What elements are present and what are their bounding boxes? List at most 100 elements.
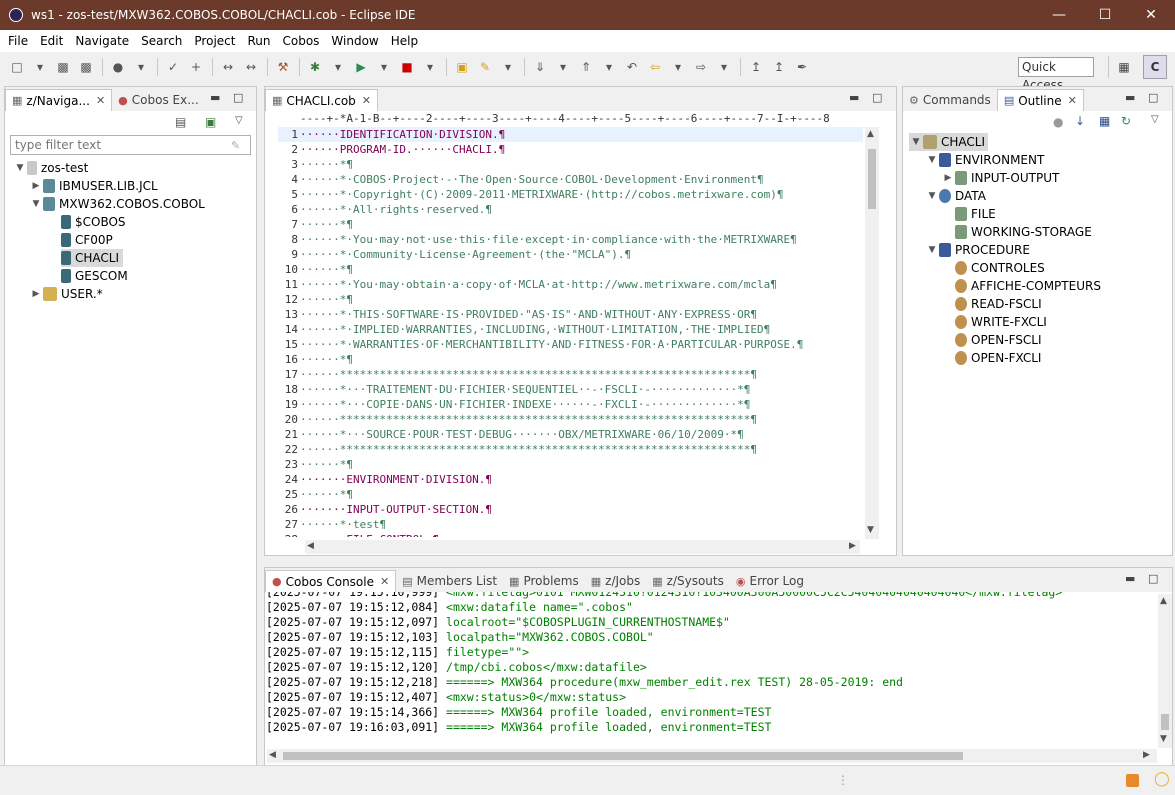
debug-icon[interactable]: ✱	[304, 56, 326, 78]
maximize-icon[interactable]: □	[1148, 572, 1158, 585]
menu-edit[interactable]: Edit	[34, 34, 69, 48]
dropdown-icon[interactable]: ▾	[598, 56, 620, 78]
add-icon[interactable]: +	[185, 56, 207, 78]
scroll-left-icon[interactable]: ◀	[269, 750, 276, 760]
scroll-thumb[interactable]	[868, 149, 876, 209]
tab-problems[interactable]: ▦ Problems	[503, 570, 585, 592]
build-icon[interactable]: ⚒	[272, 56, 294, 78]
dropdown-icon[interactable]: ▾	[373, 56, 395, 78]
code-line[interactable]: 20 ······********************************…	[278, 412, 863, 427]
chevron-down-icon[interactable]: ▼	[925, 155, 939, 165]
code-line[interactable]: 8 ······*·You·may·not·use·this·file·excep…	[278, 232, 863, 247]
tab-error-log[interactable]: ◉ Error Log	[730, 570, 810, 592]
chevron-down-icon[interactable]: ▼	[925, 191, 939, 201]
console-vertical-scrollbar[interactable]: ▲ ▼	[1158, 594, 1172, 748]
close-icon[interactable]: ✕	[1068, 94, 1077, 107]
code-editor[interactable]: 1 ······IDENTIFICATION·DIVISION.¶ 2 ······P…	[278, 127, 863, 537]
outline-item-environment[interactable]: ▼ ENVIRONMENT	[925, 151, 1044, 169]
outline-item-open-fxcli[interactable]: OPEN-FXCLI	[955, 349, 1041, 367]
tree-item-ibmuser-lib-jcl[interactable]: ▶ IBMUSER.LIB.JCL	[29, 177, 158, 195]
open-folder-icon[interactable]: ▣	[451, 56, 473, 78]
tab-cobos-explorer[interactable]: ● Cobos Ex...	[112, 89, 204, 111]
quick-access-input[interactable]: Quick Access	[1018, 57, 1094, 92]
outline-item-controles[interactable]: CONTROLES	[955, 259, 1045, 277]
filter-field[interactable]: ✎	[10, 135, 251, 155]
close-icon[interactable]: ✕	[380, 575, 389, 588]
menu-cobos[interactable]: Cobos	[276, 34, 325, 48]
tree-item-user[interactable]: ▶ USER.*	[29, 285, 103, 303]
editor-vertical-scrollbar[interactable]: ▲ ▼	[865, 127, 879, 539]
tree-item-gescom[interactable]: GESCOM	[61, 267, 128, 285]
chevron-down-icon[interactable]: ▼	[909, 137, 923, 147]
outline-item-working-storage[interactable]: WORKING-STORAGE	[955, 223, 1092, 241]
tree-item-mxw362-cobos-cobol[interactable]: ▼ MXW362.COBOS.COBOL	[29, 195, 205, 213]
outline-item-read-fscli[interactable]: READ-FSCLI	[955, 295, 1042, 313]
compare-icon[interactable]: ↔	[217, 56, 239, 78]
code-line[interactable]: 1 ······IDENTIFICATION·DIVISION.¶	[278, 127, 863, 142]
menu-search[interactable]: Search	[135, 34, 188, 48]
outline-item-write-fxcli[interactable]: WRITE-FXCLI	[955, 313, 1047, 331]
outline-item-chacli[interactable]: ▼ CHACLI	[909, 133, 989, 151]
code-line[interactable]: 17 ······********************************…	[278, 367, 863, 382]
forward-icon[interactable]: ⇨	[690, 56, 712, 78]
code-line[interactable]: 27 ······*·test¶	[278, 517, 863, 532]
code-line[interactable]: 24 ·······ENVIRONMENT·DIVISION.¶	[278, 472, 863, 487]
console-horizontal-scrollbar[interactable]: ◀ ▶	[267, 749, 1157, 763]
code-line[interactable]: 16 ······*¶	[278, 352, 863, 367]
editor-horizontal-scrollbar[interactable]: ◀ ▶	[305, 540, 860, 554]
dropdown-icon[interactable]: ▾	[130, 56, 152, 78]
save-all-icon[interactable]: ▩	[75, 56, 97, 78]
code-line[interactable]: 21 ······*···SOURCE·POUR·TEST·DEBUG······…	[278, 427, 863, 442]
scroll-thumb[interactable]	[1161, 714, 1169, 730]
dropdown-icon[interactable]: ▾	[667, 56, 689, 78]
code-line[interactable]: 13 ······*·THIS·SOFTWARE·IS·PROVIDED·"AS·…	[278, 307, 863, 322]
new-icon[interactable]: □	[6, 56, 28, 78]
dropdown-icon[interactable]: ▾	[552, 56, 574, 78]
scroll-right-icon[interactable]: ▶	[849, 541, 856, 551]
menu-file[interactable]: File	[2, 34, 34, 48]
chevron-down-icon[interactable]: ▼	[925, 245, 939, 255]
tree-item-zos-test[interactable]: ▼ zos-test	[13, 159, 88, 177]
console-output[interactable]: [2025-07-07 19:15:10,999] <mxw:filetag>0…	[266, 592, 1146, 738]
pin-icon[interactable]: ↥	[768, 56, 790, 78]
close-icon[interactable]: ✕	[96, 94, 105, 107]
user-icon[interactable]: ●	[107, 56, 129, 78]
tab-z-navigator[interactable]: ▦ z/Naviga... ✕	[5, 89, 113, 111]
last-edit-icon[interactable]: ↶	[621, 56, 643, 78]
menu-help[interactable]: Help	[385, 34, 424, 48]
filter-input[interactable]	[11, 138, 223, 152]
minimize-icon[interactable]: ▬	[1125, 91, 1135, 104]
tab-z-sysouts[interactable]: ▦ z/Sysouts	[646, 570, 730, 592]
annotation-prev-icon[interactable]: ⇑	[575, 56, 597, 78]
hide-fields-icon[interactable]: ●	[1053, 115, 1063, 129]
chevron-right-icon[interactable]: ▶	[941, 173, 955, 183]
outline-item-affiche-compteurs[interactable]: AFFICHE-COMPTEURS	[955, 277, 1101, 295]
maximize-icon[interactable]: □	[872, 91, 882, 104]
scroll-right-icon[interactable]: ▶	[1143, 750, 1150, 760]
chevron-right-icon[interactable]: ▶	[29, 181, 43, 191]
tree-item-chacli[interactable]: CHACLI	[61, 249, 124, 267]
external-tools-icon[interactable]: ■	[396, 56, 418, 78]
tab-z-jobs[interactable]: ▦ z/Jobs	[585, 570, 647, 592]
sort-icon[interactable]: ↓	[1075, 114, 1085, 128]
chevron-down-icon[interactable]: ▼	[29, 199, 43, 209]
view-menu-icon[interactable]: ▽	[235, 115, 243, 126]
code-line[interactable]: 3 ······*¶	[278, 157, 863, 172]
open-perspective-icon[interactable]: ▦	[1113, 56, 1135, 78]
code-line[interactable]: 26 ·······INPUT-OUTPUT·SECTION.¶	[278, 502, 863, 517]
tab-cobos-console[interactable]: ● Cobos Console ✕	[265, 570, 397, 592]
menu-navigate[interactable]: Navigate	[69, 34, 135, 48]
view-menu-icon[interactable]: ▽	[1151, 114, 1159, 125]
outline-item-file[interactable]: FILE	[955, 205, 996, 223]
tip-lightbulb-icon[interactable]: ◯	[1154, 771, 1170, 787]
code-line[interactable]: 25 ······*¶	[278, 487, 863, 502]
code-line[interactable]: 15 ······*·WARRANTIES·OF·MERCHANTIBILITY·…	[278, 337, 863, 352]
scroll-down-icon[interactable]: ▼	[867, 525, 874, 535]
dropdown-icon[interactable]: ▾	[497, 56, 519, 78]
tab-commands[interactable]: ⚙ Commands	[903, 89, 997, 111]
menu-project[interactable]: Project	[188, 34, 241, 48]
code-line[interactable]: 10 ······*¶	[278, 262, 863, 277]
code-line[interactable]: 9 ······*·Community·License·Agreement·(th…	[278, 247, 863, 262]
scroll-up-icon[interactable]: ▲	[1160, 596, 1167, 606]
code-line[interactable]: 28·······FILE-CONTROL.¶	[278, 532, 863, 537]
